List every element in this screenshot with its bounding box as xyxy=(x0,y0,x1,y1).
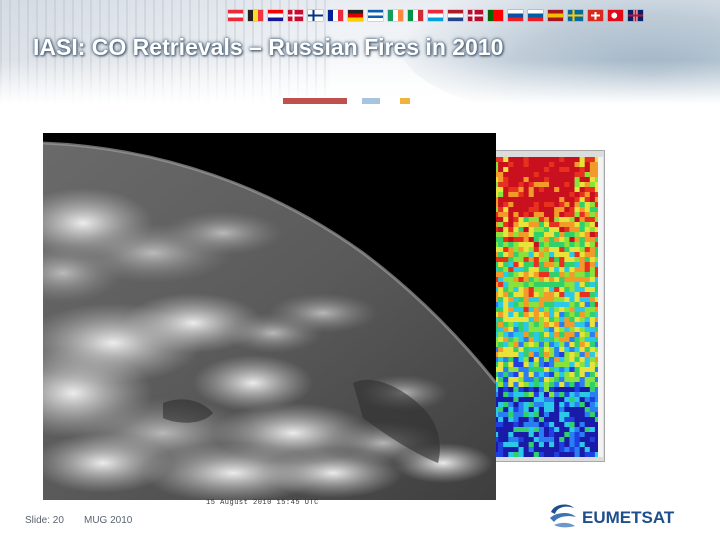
flag-denmark-icon xyxy=(288,10,303,21)
map-window-scrollbar xyxy=(598,157,603,457)
co-heatmap xyxy=(493,157,600,457)
satellite-image-caption: 15 August 2010 15:45 UTC xyxy=(206,499,319,507)
eumetsat-logo: EUMETSAT xyxy=(548,502,698,530)
flag-slovakia-icon xyxy=(508,10,523,21)
flag-switzerland-icon xyxy=(588,10,603,21)
flag-france-icon xyxy=(328,10,343,21)
flag-luxembourg-icon xyxy=(428,10,443,21)
flag-austria-icon xyxy=(228,10,243,21)
footer-slide-number: Slide: 20 xyxy=(25,515,64,526)
flag-ireland-icon xyxy=(388,10,403,21)
eumetsat-logo-graphic: EUMETSAT xyxy=(550,504,675,528)
satellite-image xyxy=(43,133,496,500)
slide-header-banner: IASI: CO Retrievals – Russian Fires in 2… xyxy=(0,0,720,104)
satellite-earth-view xyxy=(43,141,496,500)
eumetsat-swirl-icon xyxy=(550,504,576,528)
footer-event-name: MUG 2010 xyxy=(84,515,133,526)
flag-uk-icon xyxy=(628,10,643,21)
flag-norway-icon xyxy=(468,10,483,21)
member-state-flags xyxy=(228,10,643,22)
flag-italy-icon xyxy=(408,10,423,21)
flag-portugal-icon xyxy=(488,10,503,21)
slide-title: IASI: CO Retrievals – Russian Fires in 2… xyxy=(33,34,504,60)
flag-sweden-icon xyxy=(568,10,583,21)
flag-croatia-icon xyxy=(268,10,283,21)
flag-slovenia-icon xyxy=(528,10,543,21)
eumetsat-logo-text: EUMETSAT xyxy=(582,508,675,527)
header-fade xyxy=(0,60,720,104)
accent-bar-red xyxy=(283,98,347,104)
accent-bar-blue xyxy=(362,98,380,104)
flag-belgium-icon xyxy=(248,10,263,21)
co-retrieval-map xyxy=(488,150,605,462)
accent-bar-yellow xyxy=(400,98,410,104)
flag-finland-icon xyxy=(308,10,323,21)
flag-spain-icon xyxy=(548,10,563,21)
flag-turkey-icon xyxy=(608,10,623,21)
flag-netherlands-icon xyxy=(448,10,463,21)
flag-greece-icon xyxy=(368,10,383,21)
flag-germany-icon xyxy=(348,10,363,21)
